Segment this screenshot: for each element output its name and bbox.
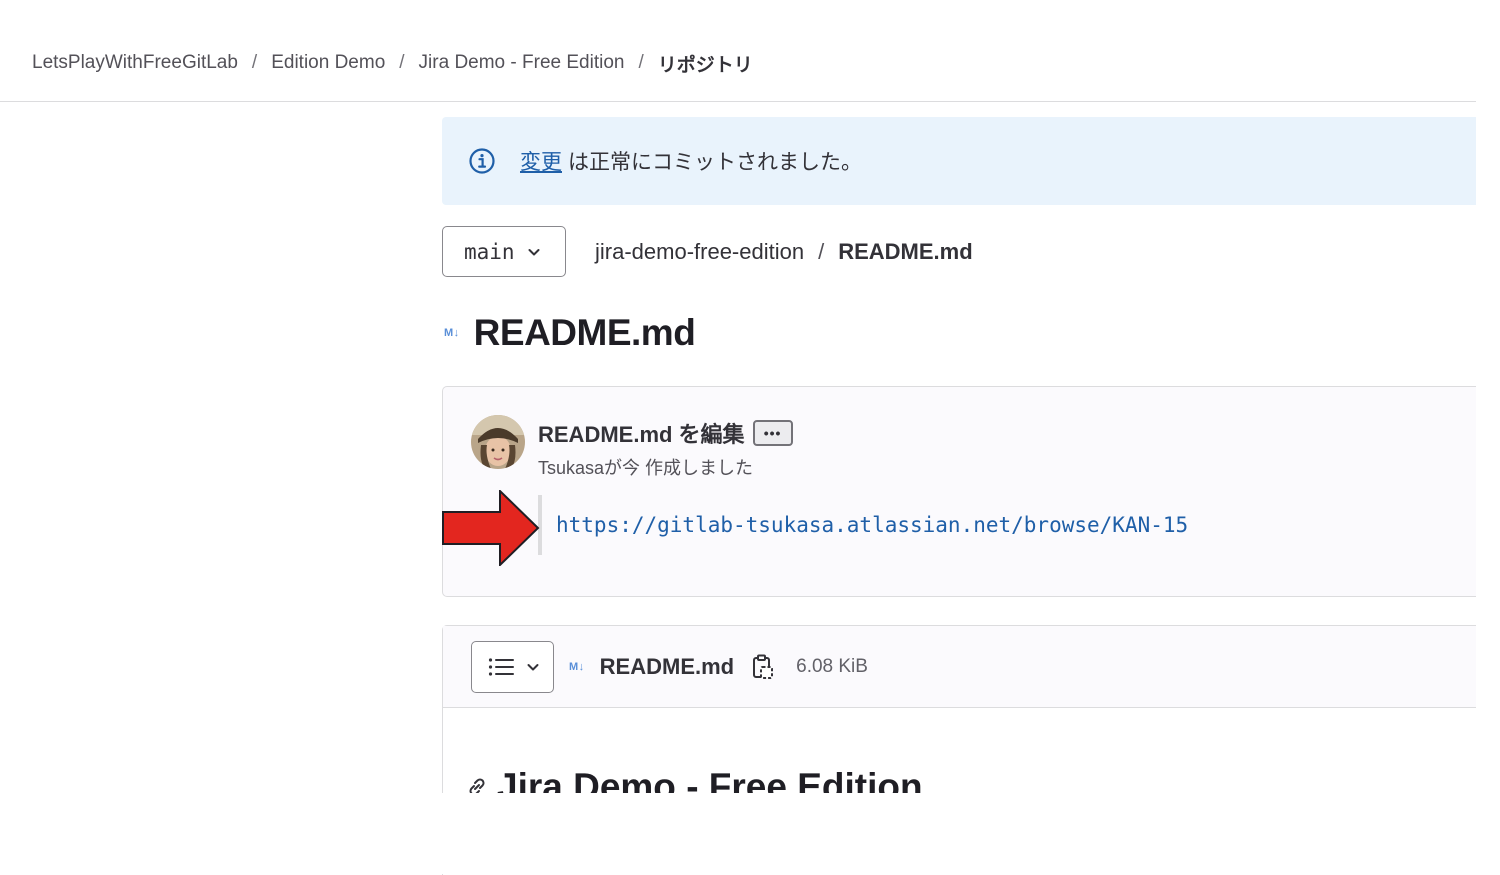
- page-title: README.md: [473, 312, 696, 353]
- commit-changes-link[interactable]: 変更: [520, 146, 562, 176]
- commit-description: https://gitlab-tsukasa.atlassian.net/bro…: [538, 495, 1188, 555]
- markdown-icon: M↓: [569, 661, 585, 673]
- success-alert: 変更 は正常にコミットされました。: [442, 117, 1476, 205]
- file-path-breadcrumb: jira-demo-free-edition / README.md: [595, 236, 973, 268]
- viewport-bottom-margin: [0, 793, 1500, 874]
- red-arrow-annotation: [442, 490, 540, 566]
- file-meta: M↓ README.md 6.08 KiB: [569, 650, 868, 684]
- file-size: 6.08 KiB: [796, 656, 868, 677]
- alert-message: は正常にコミットされました。: [568, 151, 862, 174]
- markdown-icon: M↓: [444, 327, 460, 339]
- toggle-commit-description-button[interactable]: •••: [752, 420, 793, 446]
- header-divider: [0, 101, 1476, 102]
- commit-title-row: README.md を編集 •••: [538, 417, 793, 449]
- breadcrumb-separator: /: [251, 52, 258, 73]
- file-header: M↓ README.md 6.08 KiB: [443, 626, 1476, 708]
- branch-selector[interactable]: main: [442, 226, 566, 277]
- path-separator: /: [818, 239, 825, 264]
- table-of-contents-button[interactable]: [471, 641, 554, 693]
- commit-title-link[interactable]: README.md を編集: [538, 417, 745, 449]
- avatar[interactable]: [471, 415, 525, 469]
- repo-root-link[interactable]: jira-demo-free-edition: [595, 239, 804, 265]
- page-title-row: M↓ README.md: [444, 310, 696, 356]
- chevron-down-icon: [527, 245, 541, 259]
- commit-description-link[interactable]: https://gitlab-tsukasa.atlassian.net/bro…: [556, 513, 1188, 537]
- file-name: README.md: [599, 654, 735, 679]
- list-icon: [488, 657, 514, 677]
- last-commit-panel: README.md を編集 ••• Tsukasaが今 作成しました https…: [442, 386, 1476, 597]
- path-file-name: README.md: [838, 239, 973, 264]
- breadcrumb-project[interactable]: Jira Demo - Free Edition: [419, 52, 625, 74]
- breadcrumb-subgroup[interactable]: Edition Demo: [271, 52, 385, 74]
- commit-author-line: Tsukasaが今 作成しました: [538, 458, 754, 478]
- chevron-down-icon: [526, 660, 540, 674]
- info-circle-icon: [468, 147, 496, 175]
- copy-file-path-icon[interactable]: [752, 654, 774, 680]
- breadcrumb: LetsPlayWithFreeGitLab / Edition Demo / …: [32, 48, 753, 78]
- breadcrumb-separator: /: [399, 52, 405, 73]
- breadcrumb-separator: /: [638, 52, 644, 73]
- branch-label: main: [464, 239, 515, 264]
- breadcrumb-group[interactable]: LetsPlayWithFreeGitLab: [32, 52, 238, 74]
- breadcrumb-current[interactable]: リポジトリ: [658, 50, 753, 77]
